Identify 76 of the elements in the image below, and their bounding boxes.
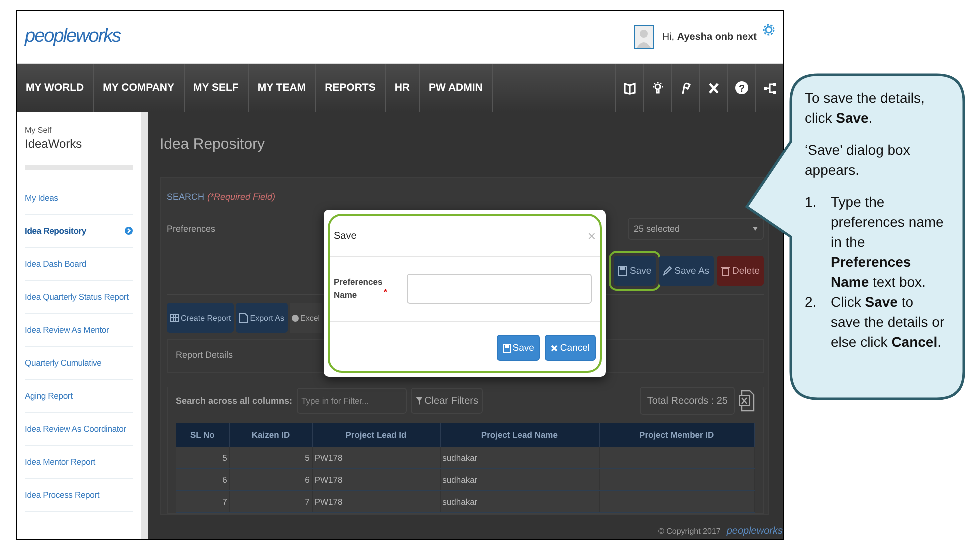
document-icon xyxy=(239,313,248,323)
grid-icon xyxy=(170,313,179,323)
preferences-dropdown[interactable]: 25 selected xyxy=(628,218,764,240)
sidebar-item[interactable]: Idea Review As Coordinator xyxy=(25,413,133,446)
breadcrumb: My Self xyxy=(25,126,53,135)
sidebar-item[interactable]: Idea Dash Board xyxy=(25,248,133,281)
copyright: © Copyright 2017 xyxy=(658,527,721,536)
create-report-button[interactable]: Create Report xyxy=(167,303,234,333)
table-cell: 5 xyxy=(176,447,230,468)
table-cell: sudhakar xyxy=(440,490,600,512)
sidebar-item[interactable]: Idea Mentor Report xyxy=(25,446,133,479)
required-note: (*Required Field) xyxy=(208,192,276,202)
table-cell: sudhakar xyxy=(440,447,600,468)
arrow-circle-icon xyxy=(125,227,133,235)
lightbulb-icon[interactable] xyxy=(650,81,664,95)
sidebar-item[interactable]: Idea Process Report xyxy=(25,479,133,512)
sidebar-item[interactable]: Idea Quarterly Status Report xyxy=(25,281,133,314)
settings-icon[interactable] xyxy=(763,24,775,36)
caret-icon xyxy=(753,227,758,231)
preferences-name-field[interactable] xyxy=(407,274,592,304)
close-icon xyxy=(551,344,558,352)
footer-logo: peopleworks xyxy=(726,526,783,537)
table-cell: PW178 xyxy=(312,468,440,490)
cancel-button[interactable]: Cancel xyxy=(545,335,596,361)
table-cell: PW178 xyxy=(312,490,440,512)
field-label: Preferences xyxy=(167,224,216,234)
table-cell: 7 xyxy=(230,490,312,512)
total-records: Total Records : 25 xyxy=(640,387,735,415)
excel-radio[interactable]: Excel xyxy=(290,303,322,333)
step-number: 1. xyxy=(805,193,818,212)
delete-button[interactable]: Delete xyxy=(716,256,764,286)
sidebar-item[interactable]: Aging Report xyxy=(25,380,133,413)
callout-text: ‘Save’ dialog box appears. xyxy=(805,141,912,180)
save-button[interactable]: Save xyxy=(496,335,540,361)
table-cell: 5 xyxy=(230,447,312,468)
field-label: Preferences Name xyxy=(334,276,384,302)
table-cell: 7 xyxy=(176,490,230,512)
save-as-button[interactable]: Save As xyxy=(658,256,714,286)
table-cell: 6 xyxy=(230,468,312,490)
logo[interactable]: peopleworks xyxy=(25,26,121,48)
required-mark: * xyxy=(384,287,388,297)
greeting: Hi, Ayesha onb next xyxy=(662,32,757,42)
export-button[interactable]: Export As xyxy=(236,303,288,333)
trash-icon xyxy=(720,266,730,276)
excel-file-icon[interactable] xyxy=(739,390,755,412)
sidebar-item[interactable]: My Ideas xyxy=(25,182,133,215)
sidebar-item[interactable]: Idea Review As Mentor xyxy=(25,314,133,347)
table-cell: PW178 xyxy=(312,447,440,468)
hierarchy-icon[interactable] xyxy=(762,81,776,95)
sidebar-item[interactable]: Idea Repository xyxy=(25,215,133,248)
step-text: Type the preferences name in the Preferences Name text box. xyxy=(831,193,945,292)
avatar-icon[interactable] xyxy=(634,25,654,49)
book-icon[interactable] xyxy=(622,81,636,95)
filter-field[interactable]: Type in for Filter... xyxy=(296,388,407,414)
step-text: Click Save to save the details or else click Cancel. xyxy=(831,293,945,352)
filter-label: Search across all columns: xyxy=(176,396,293,406)
page-title: Idea Repository xyxy=(160,136,266,153)
help-icon[interactable]: ? xyxy=(734,81,748,95)
filter-icon xyxy=(416,397,423,405)
column-header[interactable]: Project Member ID xyxy=(599,423,754,447)
column-header[interactable]: Kaizen ID xyxy=(230,423,312,447)
column-header[interactable]: Project Lead Id xyxy=(312,423,440,447)
sidebar-item[interactable]: Quarterly Cumulative xyxy=(25,347,133,380)
column-header[interactable]: SL No xyxy=(176,423,230,447)
callout-text: To save the details, click Save. xyxy=(805,89,926,128)
clear-filters-button[interactable]: Clear Filters xyxy=(410,388,484,414)
table-cell: sudhakar xyxy=(440,468,600,490)
save-button[interactable]: Save xyxy=(614,256,656,286)
panel-heading: Report Details xyxy=(176,349,234,362)
table-cell: 6 xyxy=(176,468,230,490)
sidebar-title: IdeaWorks xyxy=(25,137,84,151)
column-header[interactable]: Project Lead Name xyxy=(440,423,600,447)
step-number: 2. xyxy=(805,293,818,312)
dialog-title: Save xyxy=(334,230,357,242)
pencil-icon xyxy=(662,266,672,276)
section-label: SEARCH xyxy=(167,192,205,202)
